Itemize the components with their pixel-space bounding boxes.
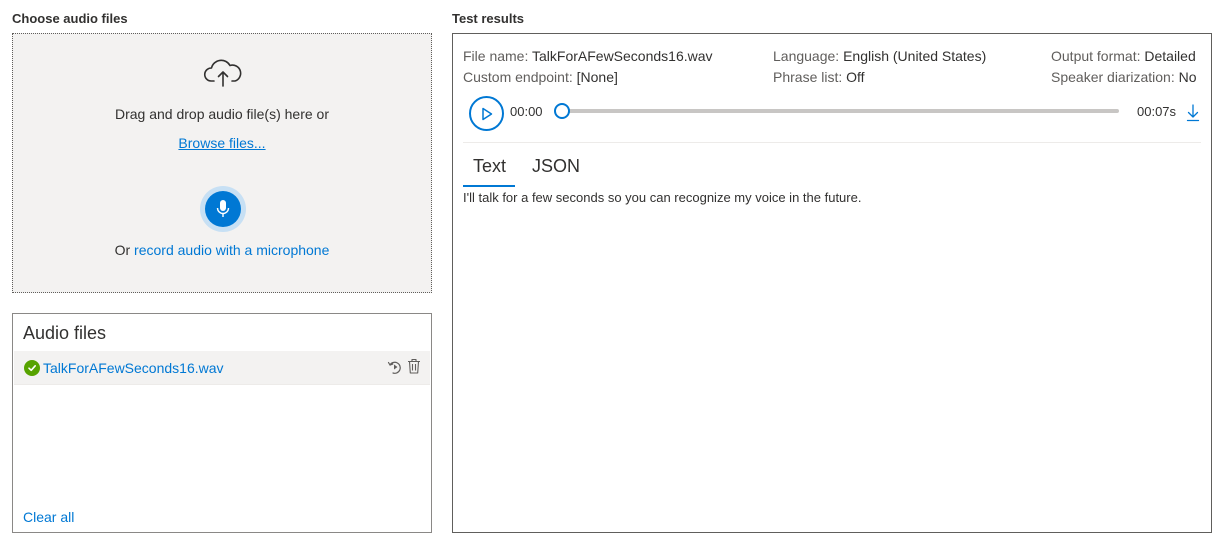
custom-endpoint-meta: Custom endpoint: [None] [463, 69, 618, 85]
check-circle-icon [24, 360, 40, 376]
output-format-label: Output format: [1051, 48, 1141, 64]
audio-file-name-link[interactable]: TalkForAFewSeconds16.wav [43, 360, 224, 376]
download-icon[interactable] [1186, 104, 1200, 122]
divider [463, 142, 1201, 143]
play-button[interactable] [469, 96, 504, 131]
selected-tab-indicator [463, 185, 515, 187]
transcript-text: I'll talk for a few seconds so you can r… [463, 190, 862, 205]
choose-audio-files-title: Choose audio files [12, 11, 128, 26]
drag-drop-text: Drag and drop audio file(s) here or [114, 106, 329, 122]
tab-text[interactable]: Text [473, 156, 506, 177]
record-prefix-text: Or [114, 242, 135, 258]
test-results-title: Test results [452, 11, 525, 26]
custom-endpoint-value: [None] [576, 69, 618, 85]
audio-drop-zone[interactable]: Drag and drop audio file(s) here or Brow… [12, 33, 432, 293]
current-time: 00:00 [510, 104, 543, 119]
audio-seek-thumb[interactable] [554, 103, 570, 119]
cloud-upload-icon [203, 59, 242, 87]
file-name-label: File name: [463, 48, 529, 64]
audio-files-title: Audio files [23, 323, 107, 343]
custom-endpoint-label: Custom endpoint: [463, 69, 573, 85]
phrase-list-meta: Phrase list: Off [773, 69, 865, 85]
tab-json[interactable]: JSON [532, 156, 580, 177]
file-name-meta: File name: TalkForAFewSeconds16.wav [463, 48, 713, 64]
record-microphone-link[interactable]: record audio with a microphone [134, 242, 329, 258]
play-icon [481, 107, 492, 120]
speaker-diarization-label: Speaker diarization: [1051, 69, 1175, 85]
browse-files-link[interactable]: Browse files... [178, 135, 265, 151]
duration-time: 00:07s [1137, 104, 1177, 119]
language-label: Language: [773, 48, 840, 64]
language-meta: Language: English (United States) [773, 48, 986, 64]
language-value: English (United States) [843, 48, 987, 64]
clear-all-link[interactable]: Clear all [23, 509, 74, 525]
output-format-meta: Output format: Detailed [1051, 48, 1196, 64]
speaker-diarization-value: No [1178, 69, 1197, 85]
phrase-list-value: Off [846, 69, 865, 85]
rerun-icon[interactable] [387, 359, 403, 375]
output-format-value: Detailed [1144, 48, 1196, 64]
test-results-panel: File name: TalkForAFewSeconds16.wav Cust… [452, 33, 1212, 533]
speaker-diarization-meta: Speaker diarization: No [1051, 69, 1197, 85]
microphone-icon [216, 200, 230, 217]
list-item[interactable]: TalkForAFewSeconds16.wav [14, 351, 430, 385]
record-microphone-button[interactable] [200, 186, 246, 232]
audio-seek-bar[interactable] [561, 109, 1119, 113]
phrase-list-label: Phrase list: [773, 69, 843, 85]
trash-icon[interactable] [407, 358, 421, 374]
file-name-value: TalkForAFewSeconds16.wav [532, 48, 713, 64]
audio-files-panel: Audio files TalkForAFewSeconds16.wav Cle… [12, 313, 432, 533]
